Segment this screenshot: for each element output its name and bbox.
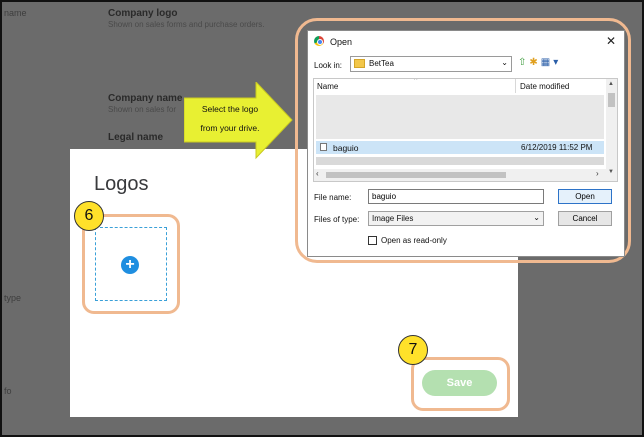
new-folder-icon[interactable]: ✱ — [529, 57, 540, 68]
bg-legal-name-title: Legal name — [108, 132, 164, 143]
scroll-left-icon[interactable]: ‹ — [316, 169, 319, 178]
file-date-modified: 6/12/2019 11:52 PM — [521, 143, 593, 152]
look-in-label: Look in: — [314, 61, 343, 70]
chevron-down-icon: ⌄ — [533, 213, 540, 222]
read-only-checkbox[interactable] — [368, 236, 377, 245]
bg-company-name-desc: Shown on sales for — [108, 105, 177, 114]
dialog-toolbar: ⇧✱▦▾ — [518, 57, 561, 68]
scroll-right-icon[interactable]: › — [596, 169, 599, 178]
folder-icon — [354, 59, 365, 68]
step-badge-6: 6 — [74, 201, 104, 231]
vertical-scrollbar[interactable]: ▲ ▼ — [606, 79, 617, 181]
bg-company-logo-desc: Shown on sales forms and purchase orders… — [108, 20, 265, 29]
horizontal-scrollbar[interactable]: ‹ › — [314, 169, 606, 181]
scroll-down-icon[interactable]: ▼ — [608, 169, 614, 175]
files-of-type-value: Image Files — [372, 214, 414, 223]
open-file-dialog: Open ✕ Look in: BetTea ⌄ ⇧✱▦▾ Name ^ Dat… — [307, 30, 625, 257]
bg-left-label-type: type — [4, 293, 22, 303]
chrome-icon — [314, 36, 324, 46]
image-file-icon — [320, 143, 327, 151]
callout-text: Select the logo from your drive. — [186, 100, 274, 138]
file-name: baguio — [333, 143, 359, 153]
vertical-scroll-thumb[interactable] — [608, 93, 615, 107]
view-menu-icon[interactable]: ▦▾ — [541, 57, 561, 68]
open-button[interactable]: Open — [558, 189, 612, 204]
file-name-input[interactable] — [368, 189, 544, 204]
blurred-file-rows — [316, 95, 604, 139]
sort-caret-icon: ^ — [414, 78, 418, 84]
step-badge-7: 7 — [398, 335, 428, 365]
screenshot-frame: name Company logo Shown on sales forms a… — [0, 0, 644, 437]
callout-line-1: Select the logo — [201, 104, 259, 114]
dialog-titlebar: Open ✕ — [308, 31, 624, 53]
look-in-select[interactable]: BetTea ⌄ — [350, 56, 512, 72]
chevron-down-icon: ⌄ — [501, 58, 508, 67]
file-row[interactable]: baguio 6/12/2019 11:52 PM — [316, 141, 604, 154]
file-list[interactable]: Name ^ Date modified baguio 6/12/2019 11… — [313, 78, 618, 182]
callout-line-2: from your drive. — [200, 123, 260, 133]
column-separator — [515, 79, 516, 93]
save-highlight-ring — [411, 357, 510, 411]
upload-highlight-ring — [82, 214, 180, 314]
bg-company-name-title: Company name — [108, 93, 183, 104]
dialog-title: Open — [330, 37, 353, 47]
bg-left-label-name: name — [4, 8, 27, 18]
logos-title: Logos — [94, 173, 149, 195]
read-only-label: Open as read-only — [381, 236, 447, 245]
horizontal-scroll-thumb[interactable] — [326, 172, 506, 178]
file-name-label: File name: — [314, 193, 352, 202]
close-icon[interactable]: ✕ — [606, 34, 616, 48]
column-header-date-modified[interactable]: Date modified — [520, 82, 569, 91]
scroll-up-icon[interactable]: ▲ — [608, 81, 614, 87]
files-of-type-select[interactable]: Image Files ⌄ — [368, 211, 544, 226]
files-of-type-label: Files of type: — [314, 215, 360, 224]
bg-left-label-fo: fo — [4, 386, 12, 396]
column-header-name[interactable]: Name — [317, 82, 338, 91]
blurred-file-row — [316, 157, 604, 165]
look-in-value: BetTea — [369, 59, 394, 68]
up-folder-icon[interactable]: ⇧ — [518, 57, 529, 68]
bg-company-logo-title: Company logo — [108, 8, 178, 19]
cancel-button[interactable]: Cancel — [558, 211, 612, 226]
